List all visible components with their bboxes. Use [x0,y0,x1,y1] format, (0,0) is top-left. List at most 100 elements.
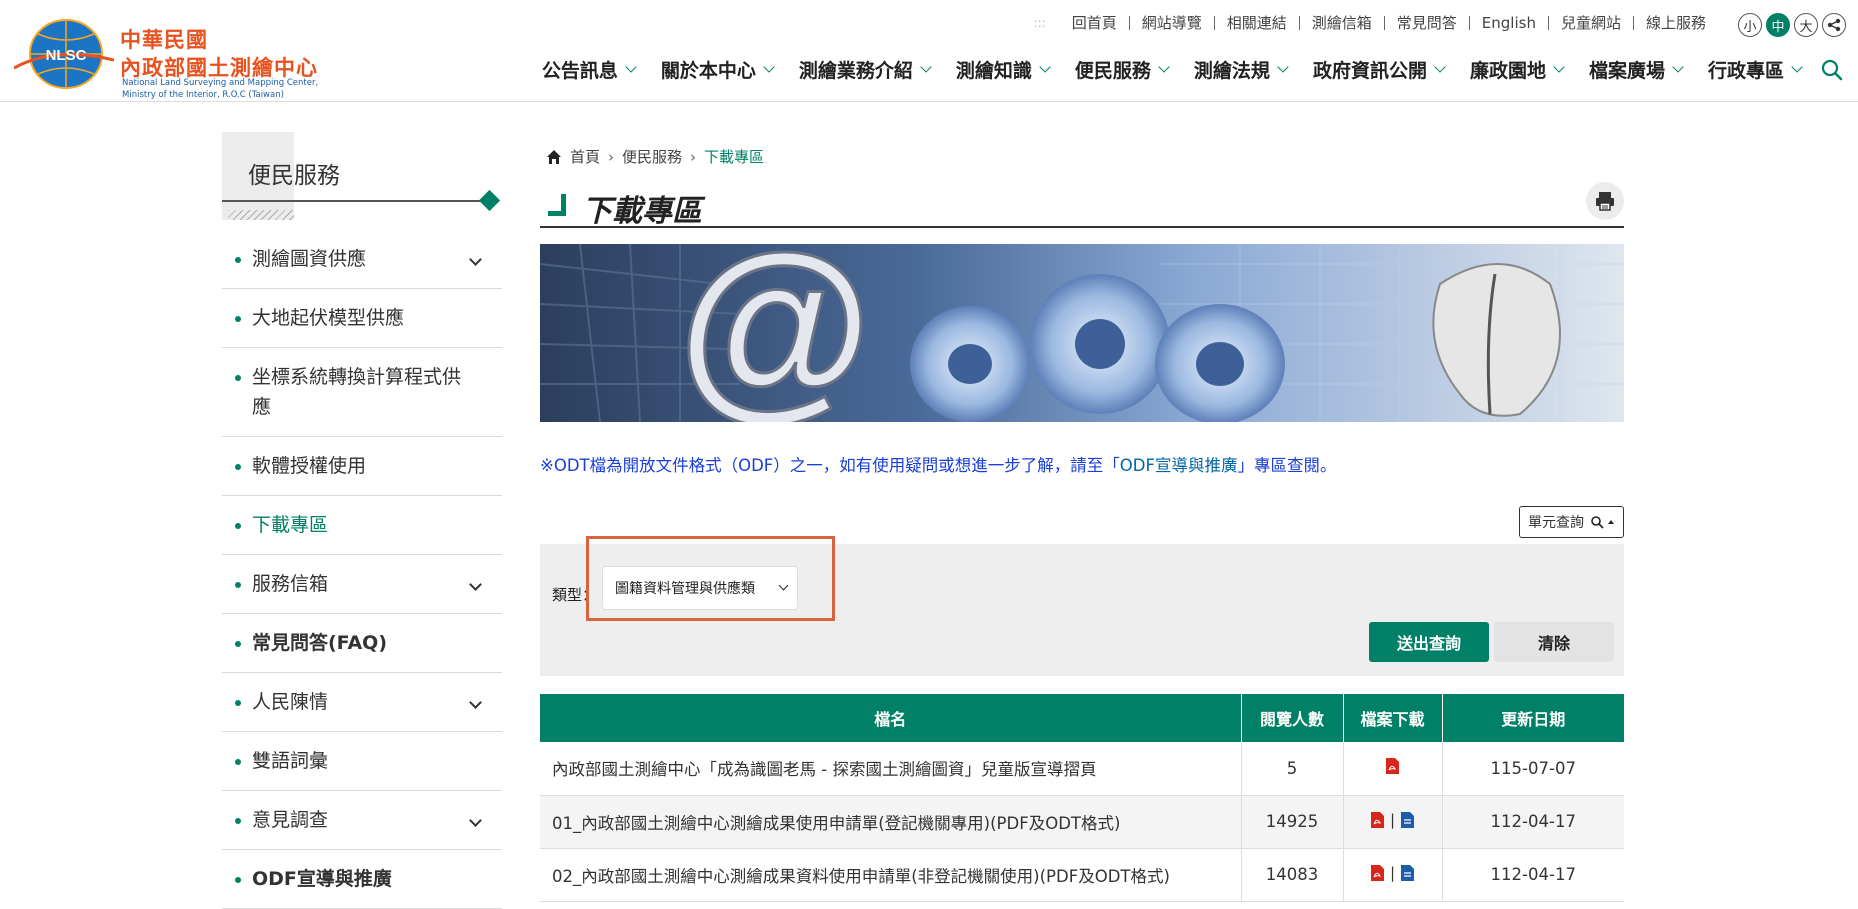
update-date: 112-04-17 [1442,848,1624,902]
share-button[interactable] [1822,13,1846,37]
breadcrumb-separator: › [690,147,697,166]
top-link-kids[interactable]: 兒童網站 [1547,16,1633,31]
query-form: 類型： 圖籍資料管理與供應類 送出查詢 清除 [540,536,1624,676]
nav-regulations[interactable]: 測繪法規 [1181,56,1300,83]
odt-icon[interactable] [1401,812,1415,828]
chevron-down-icon [469,696,482,709]
top-link-mailbox[interactable]: 測繪信箱 [1298,16,1384,31]
bullet-icon [235,759,241,765]
download-separator: | [1389,864,1396,882]
sidebar-item-survey[interactable]: 意見調查 [222,791,502,850]
globe-logo-icon: NLSC [14,19,114,89]
caret-up-icon [1608,520,1614,524]
download-cell [1343,742,1443,796]
sidebar: 便民服務 測繪圖資供應 大地起伏模型供應 坐標系統轉換計算程式供應 軟體授權使用… [222,132,502,909]
sidebar-title-line [222,200,484,202]
nav-admin[interactable]: 行政專區 [1695,56,1814,83]
sidebar-item-service-mailbox[interactable]: 服務信箱 [222,555,502,614]
page-title: 下載專區 [582,194,702,229]
title-corner-icon [548,194,566,216]
breadcrumb-current: 下載專區 [704,148,765,166]
nav-about[interactable]: 關於本中心 [648,56,786,83]
view-count: 5 [1241,742,1344,796]
top-link-home[interactable]: 回首頁 [1060,16,1129,31]
nav-services[interactable]: 便民服務 [1062,56,1181,83]
sidebar-item-geoid-model[interactable]: 大地起伏模型供應 [222,289,502,348]
logo-title-line1: 中華民國 [120,28,208,52]
nav-integrity[interactable]: 廉政園地 [1457,56,1576,83]
top-link-related[interactable]: 相關連結 [1213,16,1299,31]
bullet-icon [235,257,241,263]
sidebar-item-map-supply[interactable]: 測繪圖資供應 [222,230,502,289]
font-size-large-button[interactable]: 大 [1794,13,1818,37]
breadcrumb-separator: › [608,147,615,166]
breadcrumb-home[interactable]: 首頁 [570,146,600,167]
chevron-down-icon [763,61,775,73]
bullet-icon [235,523,241,529]
table-header-row: 檔名 閱覽人數 檔案下載 更新日期 [540,694,1624,742]
table-row: 02_內政部國土測繪中心測繪成果資料使用申請單(非登記機關使用)(PDF及ODT… [540,848,1624,902]
pdf-icon[interactable] [1370,812,1384,828]
column-header-filename: 檔名 [540,694,1242,742]
sidebar-item-bilingual-terms[interactable]: 雙語詞彙 [222,732,502,791]
site-logo[interactable]: NLSC 中華民國 內政部國土測繪中心 National Land Survey… [6,12,318,100]
select-highlight-box [586,536,835,621]
print-button[interactable] [1586,182,1624,220]
bullet-icon [235,877,241,883]
chevron-down-icon [1791,61,1803,73]
unit-search-button[interactable]: 單元查詢 [1519,506,1624,538]
downloads-table: 檔名 閱覽人數 檔案下載 更新日期 內政部國土測繪中心「成為識圖老馬 - 探索國… [540,694,1624,902]
sidebar-title-hatch [228,210,294,220]
home-icon [547,149,561,164]
table-row: 內政部國土測繪中心「成為識圖老馬 - 探索國土測繪圖資」兒童版宣導摺頁 5 11… [540,742,1624,796]
top-link-sitemap[interactable]: 網站導覽 [1128,16,1214,31]
chevron-down-icon [469,253,482,266]
breadcrumb: 首頁 › 便民服務 › 下載專區 [546,146,764,167]
odf-notice: ※ODT檔為開放文件格式（ODF）之一，如有使用疑問或想進一步了解，請至「ODF… [540,456,1337,475]
sidebar-item-downloads[interactable]: 下載專區 [222,496,502,555]
update-date: 115-07-07 [1442,742,1624,796]
chevron-down-icon [1553,61,1565,73]
nav-knowledge[interactable]: 測繪知識 [943,56,1062,83]
submit-query-button[interactable]: 送出查詢 [1369,622,1489,662]
column-header-views: 閱覽人數 [1241,694,1344,742]
sidebar-header: 便民服務 [222,132,502,222]
pdf-icon[interactable] [1370,865,1384,881]
top-link-faq[interactable]: 常見問答 [1383,16,1469,31]
accesskey-dots[interactable]: ::: [1034,16,1046,30]
top-link-english[interactable]: English [1468,16,1548,31]
nav-business[interactable]: 測繪業務介紹 [786,56,943,83]
nav-gov-info[interactable]: 政府資訊公開 [1300,56,1457,83]
nav-archives[interactable]: 檔案廣場 [1576,56,1695,83]
table-row: 01_內政部國土測繪中心測繪成果使用申請單(登記機關專用)(PDF及ODT格式)… [540,795,1624,849]
file-name: 01_內政部國土測繪中心測繪成果使用申請單(登記機關專用)(PDF及ODT格式) [540,795,1242,849]
sidebar-title: 便民服務 [248,163,340,189]
odf-promotion-link[interactable]: ODF宣導與推廣 [1120,456,1238,475]
breadcrumb-services[interactable]: 便民服務 [622,146,682,167]
top-link-online-service[interactable]: 線上服務 [1632,16,1718,31]
bullet-icon [235,641,241,647]
chevron-down-icon [469,814,482,827]
printer-icon [1596,192,1614,211]
search-icon [1591,516,1604,529]
main-nav: 公告訊息 關於本中心 測繪業務介紹 測繪知識 便民服務 測繪法規 政府資訊公開 … [529,56,1844,83]
view-count: 14925 [1241,795,1344,849]
download-separator: | [1389,811,1396,829]
sidebar-item-odf[interactable]: ODF宣導與推廣 [222,850,502,909]
bullet-icon [235,375,241,381]
sidebar-item-faq[interactable]: 常見問答(FAQ) [222,614,502,673]
pdf-icon[interactable] [1386,758,1399,775]
bullet-icon [235,582,241,588]
update-date: 112-04-17 [1442,795,1624,849]
font-size-medium-button[interactable]: 中 [1766,13,1790,37]
column-header-download: 檔案下載 [1343,694,1443,742]
share-icon [1827,18,1841,32]
sidebar-item-software-license[interactable]: 軟體授權使用 [222,437,502,496]
search-icon[interactable] [1820,58,1844,82]
clear-button[interactable]: 清除 [1494,622,1614,662]
odt-icon[interactable] [1401,865,1415,881]
sidebar-item-coordinate-program[interactable]: 坐標系統轉換計算程式供應 [222,348,502,437]
font-size-small-button[interactable]: 小 [1738,13,1762,37]
nav-announcements[interactable]: 公告訊息 [529,56,648,83]
sidebar-item-petition[interactable]: 人民陳情 [222,673,502,732]
